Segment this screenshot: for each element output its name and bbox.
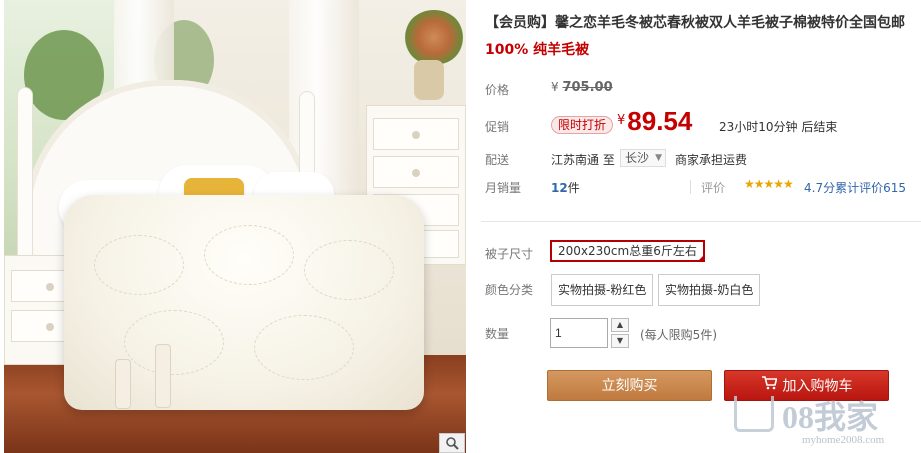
rating-label: 评价 bbox=[701, 181, 726, 195]
quantity-input[interactable] bbox=[550, 318, 608, 348]
color-option-label: 实物拍摄-奶白色 bbox=[665, 283, 754, 297]
currency-symbol: ¥ bbox=[551, 80, 559, 94]
triangle-down-icon: ▼ bbox=[655, 153, 663, 163]
rating-summary-link[interactable]: 4.7分累计评价615 bbox=[804, 179, 906, 196]
product-photo[interactable] bbox=[4, 0, 466, 453]
ship-origin: 江苏南通 bbox=[551, 153, 600, 167]
shipping-label: 配送 bbox=[485, 153, 510, 167]
color-category-label: 颜色分类 bbox=[485, 283, 534, 297]
photo-flowers bbox=[404, 10, 464, 65]
monthly-sales: 12件 bbox=[551, 179, 580, 196]
color-option-label: 实物拍摄-粉红色 bbox=[558, 283, 647, 297]
shipping-fee-note: 商家承担运费 bbox=[675, 153, 748, 167]
monthly-sales-count: 12 bbox=[551, 181, 568, 195]
promo-label: 促销 bbox=[485, 120, 510, 134]
quantity-increase-button[interactable]: ▲ bbox=[611, 318, 629, 332]
original-price: ¥ 705.00 bbox=[551, 80, 613, 95]
destination-select[interactable]: 长沙 ▼ bbox=[620, 149, 667, 167]
magnifier-icon[interactable] bbox=[439, 433, 465, 453]
buy-now-label: 立刻购买 bbox=[601, 378, 658, 394]
watermark-url: myhome2008.com bbox=[802, 434, 885, 446]
star-rating-icon: ★★★★★ bbox=[744, 177, 794, 191]
product-title: 【会员购】馨之恋羊毛冬被芯春秋被双人羊毛被子棉被特价全国包邮 bbox=[485, 15, 905, 31]
divider bbox=[481, 221, 921, 222]
size-option-selected[interactable]: 200x230cm总重6斤左右 bbox=[550, 240, 705, 262]
selected-check-icon bbox=[696, 254, 705, 262]
site-watermark: 08我家 myhome2008.com bbox=[720, 392, 920, 452]
ship-from: 江苏南通 至 bbox=[551, 151, 615, 168]
house-logo-icon bbox=[734, 396, 774, 432]
quantity-label: 数量 bbox=[485, 327, 510, 341]
ship-to-word: 至 bbox=[602, 153, 615, 167]
product-subtitle: 100% 纯羊毛被 bbox=[485, 42, 590, 58]
size-option-label: 200x230cm总重6斤左右 bbox=[558, 244, 697, 258]
current-price: ¥89.54 bbox=[617, 106, 692, 137]
monthly-sales-label: 月销量 bbox=[485, 181, 522, 195]
currency-symbol: ¥ bbox=[617, 113, 626, 128]
photo-candle bbox=[116, 360, 130, 408]
quantity-decrease-button[interactable]: ▼ bbox=[611, 334, 629, 348]
separator bbox=[690, 180, 691, 194]
color-option-pink[interactable]: 实物拍摄-粉红色 bbox=[551, 274, 654, 306]
current-price-value: 89.54 bbox=[627, 106, 693, 136]
color-option-cream[interactable]: 实物拍摄-奶白色 bbox=[658, 274, 761, 306]
monthly-sales-unit: 件 bbox=[567, 181, 580, 195]
photo-vase bbox=[414, 60, 444, 100]
buy-now-button[interactable]: 立刻购买 bbox=[547, 370, 712, 401]
promo-tag: 限时打折 bbox=[551, 116, 614, 134]
photo-candle bbox=[156, 345, 170, 407]
promo-countdown: 23小时10分钟 后结束 bbox=[719, 120, 838, 134]
destination-value: 长沙 bbox=[625, 151, 650, 165]
watermark-logo-text: 08我家 bbox=[782, 399, 879, 435]
purchase-limit-note: (每人限购5件) bbox=[640, 328, 717, 342]
price-label: 价格 bbox=[485, 83, 510, 97]
original-price-value: 705.00 bbox=[562, 80, 613, 95]
quilt-size-label: 被子尺寸 bbox=[485, 247, 534, 261]
